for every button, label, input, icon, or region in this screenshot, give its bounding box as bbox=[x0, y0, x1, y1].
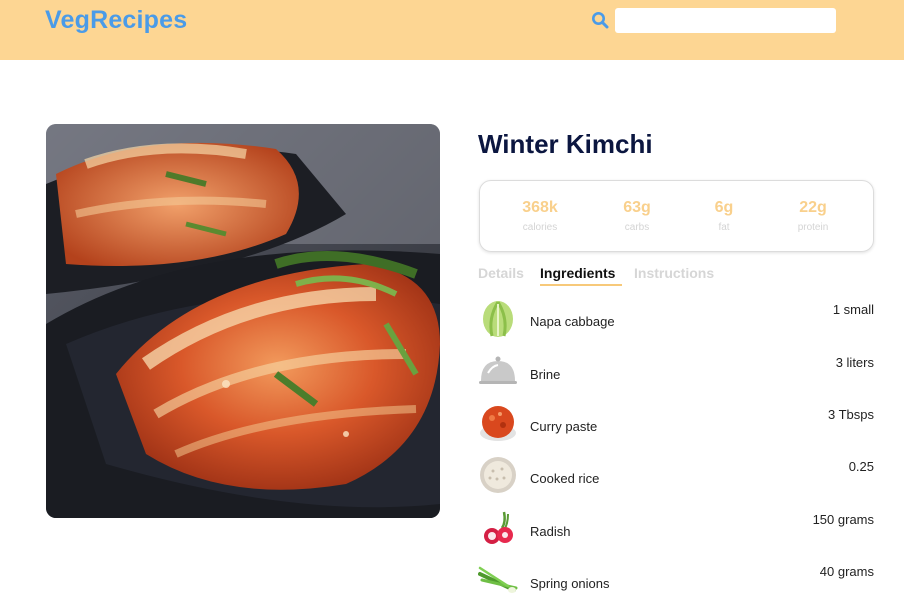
cloche-icon bbox=[479, 356, 517, 384]
spring-onion-icon bbox=[478, 566, 518, 593]
nutrition-fat: 6g fat bbox=[689, 199, 759, 233]
kimchi-photo bbox=[46, 124, 440, 518]
search-icon[interactable] bbox=[591, 11, 609, 29]
ingredient-quantity: 0.25 bbox=[848, 459, 874, 474]
active-tab-indicator bbox=[540, 284, 622, 286]
cabbage-icon bbox=[483, 301, 513, 337]
ingredient-quantity: 1 small bbox=[832, 302, 874, 317]
nutrition-value: 368k bbox=[522, 199, 558, 216]
tab-ingredients[interactable]: Ingredients bbox=[540, 265, 615, 281]
ingredient-name: Spring onions bbox=[530, 576, 610, 591]
nutrition-value: 63g bbox=[623, 199, 651, 216]
tab-details[interactable]: Details bbox=[478, 265, 524, 281]
ingredient-name: Radish bbox=[530, 524, 571, 539]
ingredient-name: Brine bbox=[530, 367, 561, 382]
ingredient-row: Radish 150 grams bbox=[478, 508, 874, 556]
nutrition-card: 368k calories 63g carbs 6g fat 22g prote… bbox=[479, 180, 874, 252]
search-input[interactable] bbox=[615, 8, 836, 33]
top-navigation-bar: VegRecipes bbox=[0, 0, 904, 60]
nutrition-value: 22g bbox=[799, 199, 827, 216]
ingredient-quantity: 3 liters bbox=[835, 355, 874, 370]
nutrition-carbs: 63g carbs bbox=[602, 199, 672, 233]
nutrition-label: protein bbox=[797, 222, 829, 233]
recipe-image bbox=[46, 124, 440, 518]
ingredient-name: Curry paste bbox=[530, 419, 598, 434]
nutrition-calories: 368k calories bbox=[505, 199, 575, 233]
ingredient-row: Napa cabbage 1 small bbox=[478, 298, 874, 346]
ingredient-row: Spring onions 40 grams bbox=[478, 560, 874, 608]
ingredient-row: Brine 3 liters bbox=[478, 351, 874, 399]
rice-icon bbox=[480, 457, 516, 493]
nutrition-label: carbs bbox=[624, 222, 650, 233]
recipe-title: Winter Kimchi bbox=[478, 129, 653, 159]
ingredient-name: Napa cabbage bbox=[530, 314, 615, 329]
radish-icon bbox=[484, 511, 513, 544]
nutrition-label: fat bbox=[718, 222, 730, 233]
tab-instructions[interactable]: Instructions bbox=[634, 265, 714, 281]
ingredient-row: Cooked rice 0.25 bbox=[478, 455, 874, 503]
brand-logo[interactable]: VegRecipes bbox=[45, 6, 187, 35]
ingredient-quantity: 3 Tbsps bbox=[827, 407, 874, 422]
ingredient-row: Curry paste 3 Tbsps bbox=[478, 403, 874, 451]
ingredient-name: Cooked rice bbox=[530, 471, 600, 486]
ingredient-quantity: 150 grams bbox=[812, 512, 874, 527]
nutrition-label: calories bbox=[522, 222, 558, 233]
curry-paste-icon bbox=[480, 406, 516, 441]
nutrition-value: 6g bbox=[714, 199, 734, 216]
ingredient-quantity: 40 grams bbox=[819, 564, 874, 579]
nutrition-protein: 22g protein bbox=[778, 199, 848, 233]
